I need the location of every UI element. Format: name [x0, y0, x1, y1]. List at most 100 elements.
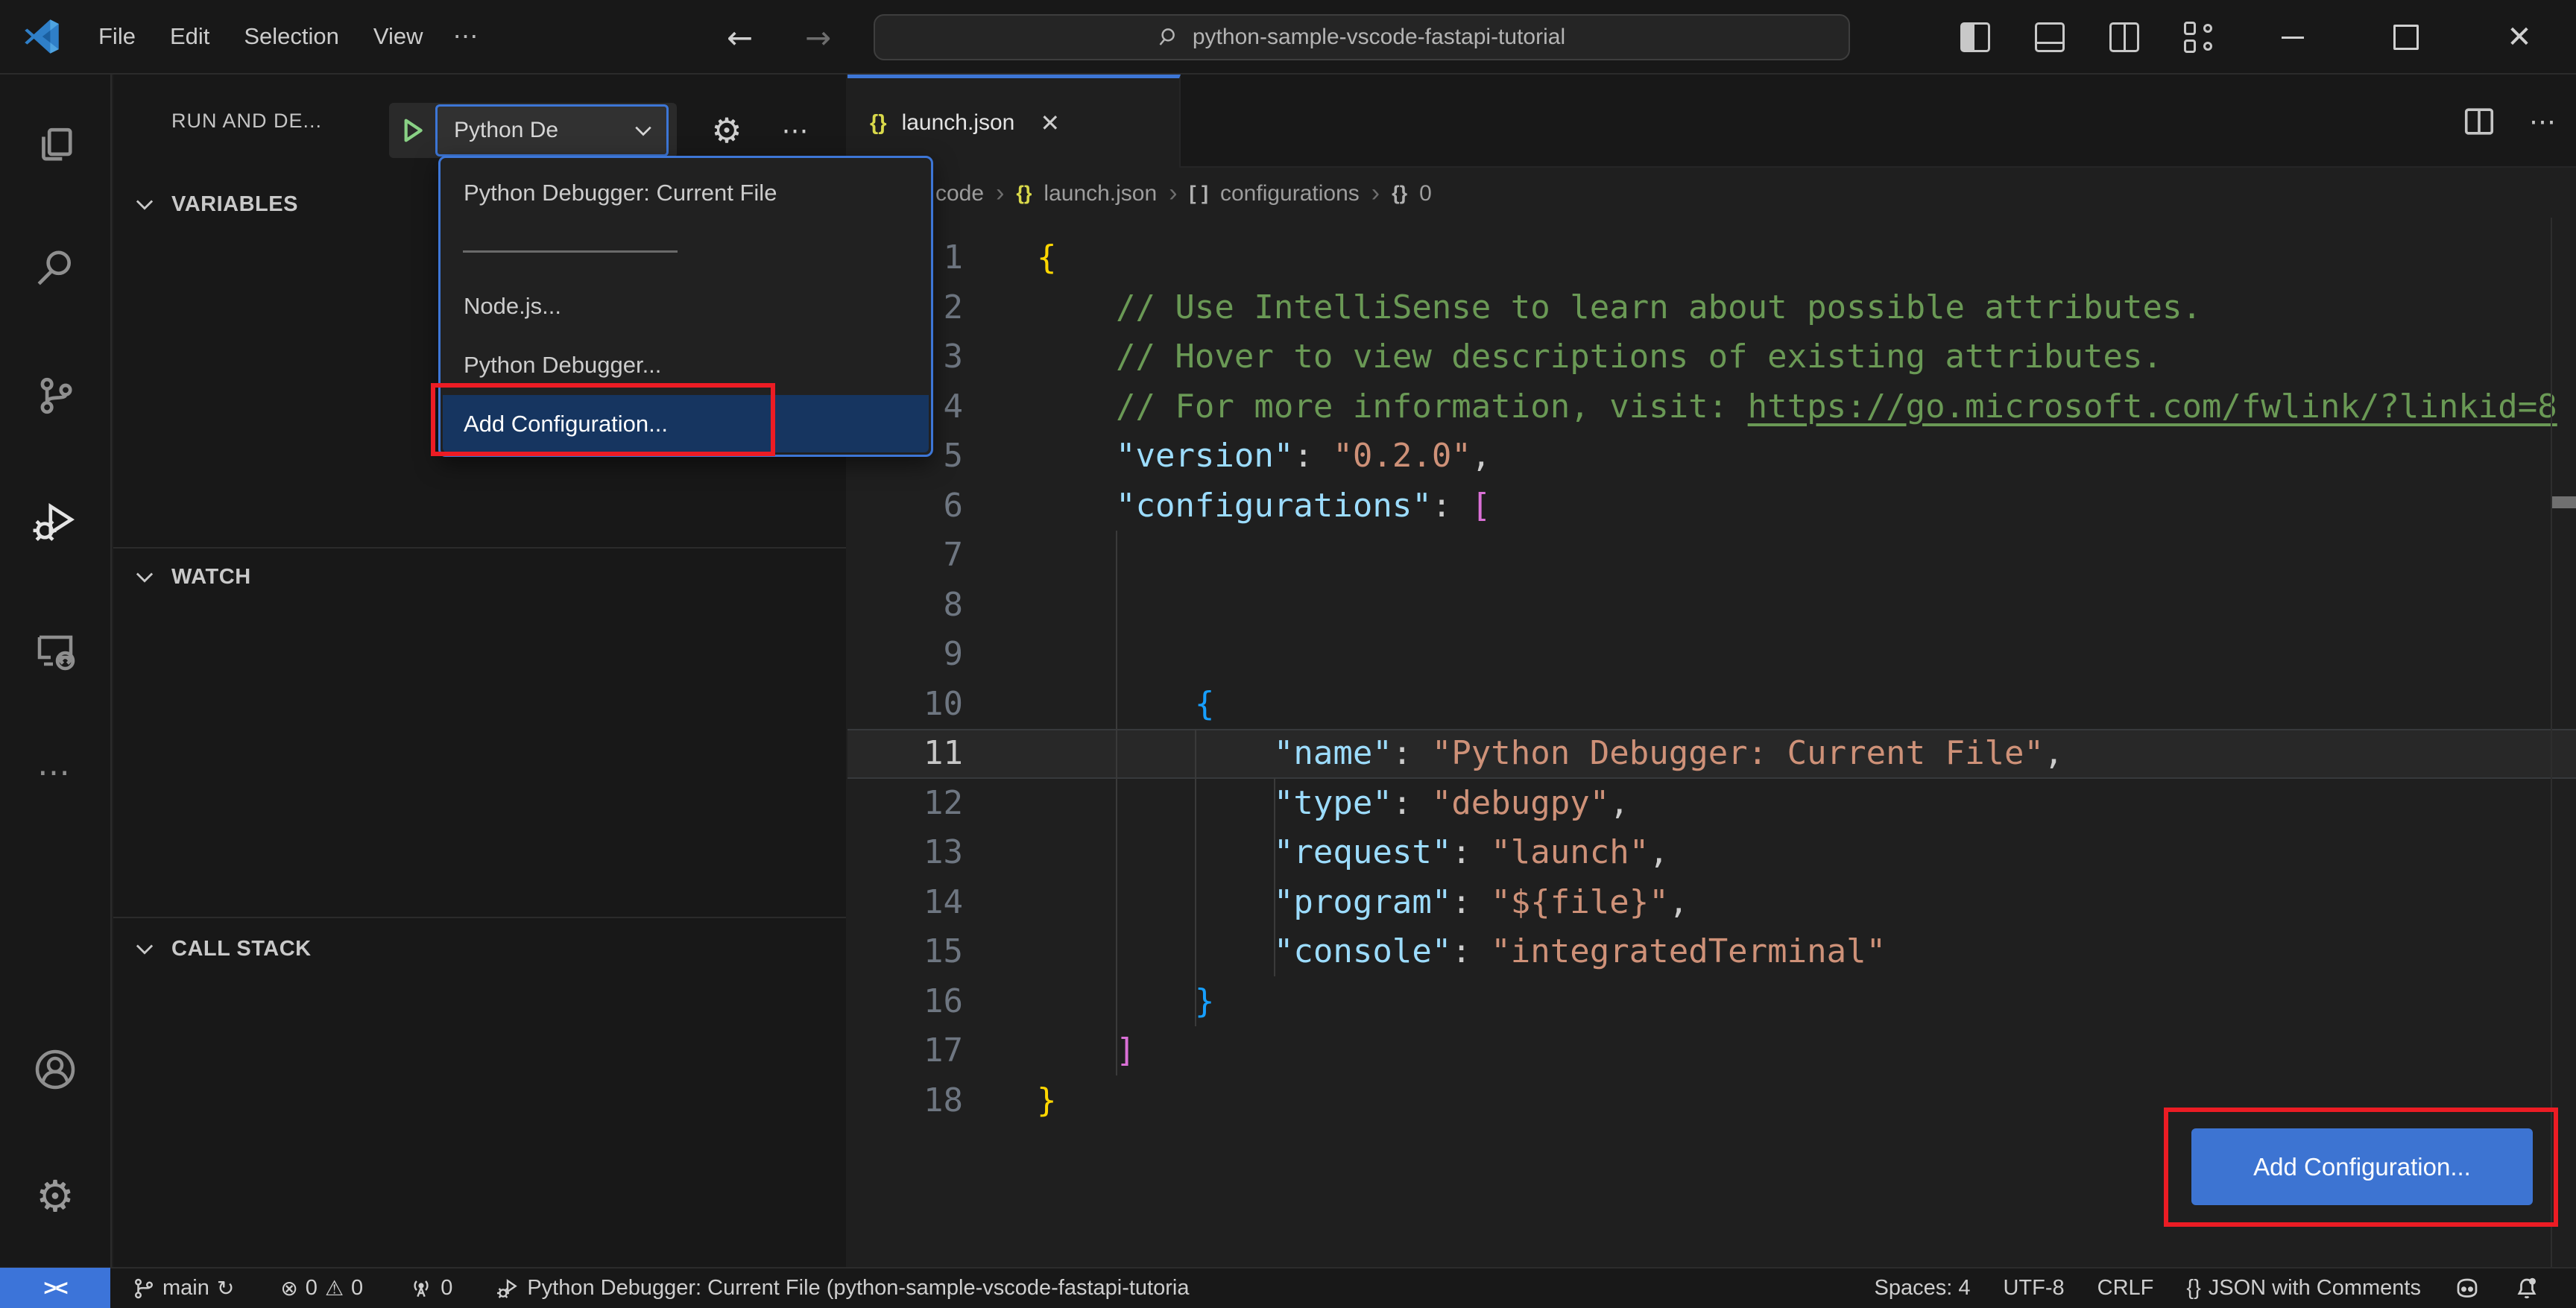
- launch-config-dropdown: Python Debugger: Current File Node.js...…: [438, 156, 933, 457]
- manage-settings-icon[interactable]: ⚙: [0, 1155, 110, 1237]
- code-line-12[interactable]: 12 "type": "debugpy",: [847, 779, 2576, 829]
- navigate-forward-icon[interactable]: →: [805, 0, 831, 75]
- command-center-search[interactable]: python-sample-vscode-fastapi-tutorial: [874, 14, 1850, 60]
- split-editor-icon[interactable]: [2462, 104, 2496, 139]
- code-line-8[interactable]: 8: [847, 581, 2576, 631]
- code-line-3[interactable]: 3 // Hover to view descriptions of exist…: [847, 332, 2576, 382]
- debug-settings-gear-icon[interactable]: ⚙: [699, 103, 754, 158]
- run-and-debug-icon[interactable]: [0, 481, 110, 563]
- menu-edit[interactable]: Edit: [170, 23, 209, 50]
- copilot-status[interactable]: [2437, 1268, 2497, 1308]
- minimize-button[interactable]: [2236, 0, 2349, 75]
- language-status[interactable]: {} JSON with Comments: [2170, 1268, 2437, 1308]
- section-label: CALL STACK: [171, 936, 312, 961]
- braces-icon: {}: [2186, 1276, 2201, 1300]
- dropdown-item-add-configuration[interactable]: Add Configuration...: [443, 395, 929, 452]
- more-views-icon[interactable]: ⋯: [0, 731, 110, 813]
- code-line-7[interactable]: 7: [847, 531, 2576, 581]
- menu-bar: File Edit Selection View: [98, 23, 423, 50]
- debug-toolbar: Python De: [389, 103, 677, 158]
- breadcrumb-item-code[interactable]: code: [935, 181, 984, 206]
- explorer-icon[interactable]: [0, 105, 110, 187]
- code-line-9[interactable]: 9: [847, 630, 2576, 680]
- account-icon[interactable]: [0, 1029, 110, 1110]
- indentation-status[interactable]: Spaces: 4: [1858, 1268, 1987, 1308]
- debug-status[interactable]: Python Debugger: Current File (python-sa…: [484, 1268, 1201, 1308]
- tab-launch-json[interactable]: {} launch.json ✕: [847, 75, 1181, 168]
- code-line-16[interactable]: 16 }: [847, 977, 2576, 1027]
- code-line-1[interactable]: 1{: [847, 233, 2576, 283]
- problems-status[interactable]: ⊗ 0 ⚠ 0: [268, 1268, 375, 1308]
- menu-more-icon[interactable]: ⋯: [453, 22, 481, 51]
- code-line-18[interactable]: 18}: [847, 1076, 2576, 1126]
- code-line-2[interactable]: 2 // Use IntelliSense to learn about pos…: [847, 283, 2576, 333]
- line-number: 10: [924, 684, 963, 723]
- breadcrumb-item-0[interactable]: 0: [1419, 181, 1432, 206]
- section-divider: [113, 547, 846, 549]
- customize-layout-icon[interactable]: [2162, 0, 2236, 75]
- launch-configuration-select[interactable]: Python De: [435, 104, 669, 157]
- status-bar-right: Spaces: 4 UTF-8 CRLF {} JSON with Commen…: [1858, 1268, 2576, 1308]
- eol-status[interactable]: CRLF: [2081, 1268, 2171, 1308]
- branch-status[interactable]: main ↻: [121, 1268, 246, 1308]
- error-count: 0: [305, 1276, 318, 1300]
- status-bar: >< main ↻ ⊗ 0 ⚠ 0 0 Python Debugger: Cur…: [0, 1267, 2576, 1308]
- debug-views-more-icon[interactable]: ⋯: [766, 103, 826, 158]
- remote-indicator[interactable]: ><: [0, 1268, 110, 1308]
- toggle-secondary-sidebar-icon[interactable]: [2087, 0, 2162, 75]
- dropdown-item-nodejs[interactable]: Node.js...: [443, 279, 929, 334]
- navigate-back-icon[interactable]: ←: [727, 0, 753, 75]
- code-line-6[interactable]: 6 "configurations": [: [847, 481, 2576, 531]
- line-number: 16: [924, 982, 963, 1020]
- search-view-icon[interactable]: [0, 227, 110, 309]
- maximize-button[interactable]: [2349, 0, 2463, 75]
- chevron-down-icon: [136, 200, 154, 210]
- editor-group: {} launch.json ✕ ⋯ code › {} launch.json…: [847, 75, 2576, 1267]
- source-control-icon[interactable]: [0, 355, 110, 437]
- code-line-4[interactable]: 4 // For more information, visit: https:…: [847, 382, 2576, 432]
- menu-view[interactable]: View: [373, 23, 423, 50]
- activity-bar: ⋯ ⚙: [0, 75, 112, 1267]
- editor-actions: ⋯: [2462, 75, 2569, 168]
- code-line-15[interactable]: 15 "console": "integratedTerminal": [847, 927, 2576, 977]
- chevron-down-icon: [635, 126, 651, 136]
- line-number: 6: [943, 486, 964, 525]
- toggle-panel-icon[interactable]: [2012, 0, 2087, 75]
- code-line-11[interactable]: 11 "name": "Python Debugger: Current Fil…: [847, 729, 2576, 779]
- breadcrumb-item-file[interactable]: launch.json: [1044, 181, 1157, 206]
- object-symbol-icon: {}: [1392, 182, 1408, 204]
- dropdown-separator: [463, 250, 678, 253]
- dropdown-item-python-debugger[interactable]: Python Debugger...: [443, 338, 929, 393]
- scrollbar-marker[interactable]: [2552, 496, 2576, 508]
- close-button[interactable]: ✕: [2463, 0, 2576, 75]
- section-watch[interactable]: WATCH: [113, 554, 846, 600]
- indent-guide: [1116, 531, 1117, 1075]
- toggle-primary-sidebar-icon[interactable]: [1938, 0, 2012, 75]
- code-line-13[interactable]: 13 "request": "launch",: [847, 828, 2576, 878]
- encoding-status[interactable]: UTF-8: [1986, 1268, 2080, 1308]
- warning-icon: ⚠: [324, 1276, 344, 1301]
- section-call-stack[interactable]: CALL STACK: [113, 926, 846, 972]
- start-debugging-button[interactable]: [389, 103, 435, 158]
- breadcrumb-separator: ›: [996, 179, 1005, 207]
- code-line-17[interactable]: 17 ]: [847, 1026, 2576, 1076]
- code-line-10[interactable]: 10 {: [847, 680, 2576, 730]
- menu-selection[interactable]: Selection: [244, 23, 339, 50]
- code-line-5[interactable]: 5 "version": "0.2.0",: [847, 432, 2576, 481]
- code-editor[interactable]: 1{2 // Use IntelliSense to learn about p…: [847, 218, 2576, 1267]
- ports-status[interactable]: 0: [397, 1268, 464, 1308]
- add-configuration-button[interactable]: Add Configuration...: [2191, 1128, 2533, 1205]
- menu-file[interactable]: File: [98, 23, 136, 50]
- editor-ruler: [2551, 218, 2552, 1267]
- editor-more-actions-icon[interactable]: ⋯: [2529, 106, 2558, 137]
- line-content: // For more information, visit: https://…: [1037, 387, 2557, 426]
- notifications-bell[interactable]: [2497, 1268, 2557, 1308]
- breadcrumb-item-configurations[interactable]: configurations: [1220, 181, 1360, 206]
- language-name: JSON with Comments: [2208, 1276, 2421, 1300]
- dropdown-item-python-current-file[interactable]: Python Debugger: Current File: [443, 165, 929, 221]
- close-tab-icon[interactable]: ✕: [1040, 109, 1060, 137]
- branch-name: main: [162, 1276, 209, 1300]
- code-line-14[interactable]: 14 "program": "${file}",: [847, 878, 2576, 928]
- remote-explorer-icon[interactable]: [0, 610, 110, 692]
- line-number: 14: [924, 882, 963, 921]
